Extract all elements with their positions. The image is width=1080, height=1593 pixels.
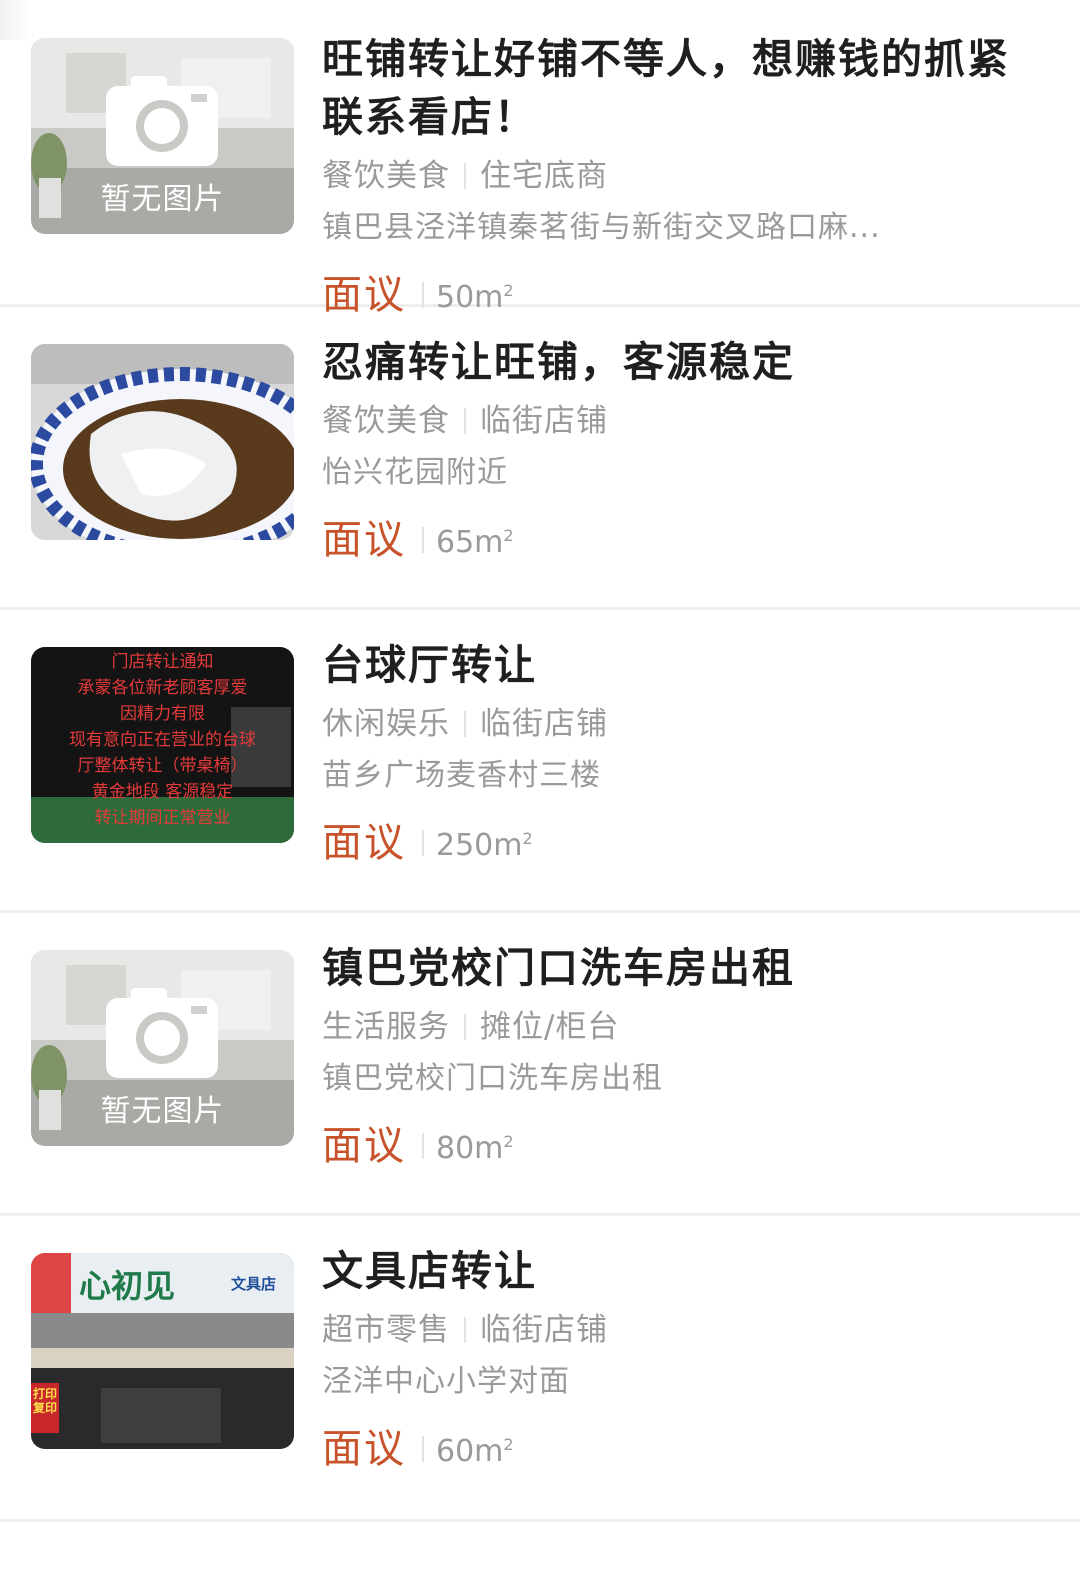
price-row: 面议 250m2	[322, 814, 1030, 871]
listing-price: 面议	[322, 1425, 406, 1472]
listing-thumbnail[interactable]: 暂无图片	[31, 38, 294, 234]
listing-area: 250m2	[436, 814, 533, 871]
property-type-tag: 摊位/柜台	[480, 1009, 620, 1045]
no-image-caption: 暂无图片	[100, 182, 225, 217]
listing-area: 80m2	[436, 1117, 514, 1174]
category-tag: 餐饮美食	[322, 158, 450, 194]
category-tag: 生活服务	[322, 1009, 450, 1045]
camera-icon	[106, 988, 218, 1078]
listing-item[interactable]: 门店转让通知 承蒙各位新老顾客厚爱 因精力有限 现有意向正在营业的台球 厅整体转…	[0, 610, 1080, 913]
price-divider	[422, 281, 424, 308]
area-value: 80m	[436, 1131, 504, 1166]
listing-title[interactable]: 忍痛转让旺铺，客源稳定	[322, 333, 1030, 391]
listing-tags: 休闲娱乐 临街店铺	[322, 704, 1030, 744]
no-image-caption: 暂无图片	[100, 1094, 225, 1129]
listing-address: 泾洋中心小学对面	[322, 1364, 570, 1399]
listing-title[interactable]: 文具店转让	[322, 1242, 1030, 1300]
tag-divider	[464, 1014, 466, 1040]
listing-item[interactable]: 暂无图片 镇巴党校门口洗车房出租 生活服务 摊位/柜台 镇巴党校门口洗车房出租 …	[0, 913, 1080, 1216]
listing-address: 镇巴党校门口洗车房出租	[322, 1061, 663, 1096]
listing-price: 面议	[322, 1122, 406, 1169]
listing-area: 60m2	[436, 1420, 514, 1477]
shop-sign-subtext: 文具店	[231, 1275, 277, 1293]
price-divider	[422, 526, 424, 553]
listing-address: 苗乡广场麦香村三楼	[322, 758, 601, 793]
price-divider	[422, 1435, 424, 1462]
shop-sign-text: 心初见	[79, 1267, 176, 1305]
property-type-tag: 临街店铺	[480, 706, 608, 742]
listing-area: 65m2	[436, 511, 514, 568]
category-tag: 超市零售	[322, 1312, 450, 1348]
listing-item[interactable]: 暂无图片 旺铺转让好铺不等人，想赚钱的抓紧联系看店！ 餐饮美食 住宅底商 镇巴县…	[0, 0, 1080, 318]
listing-title[interactable]: 镇巴党校门口洗车房出租	[322, 939, 1030, 997]
area-unit-superscript: 2	[522, 829, 533, 848]
area-unit-superscript: 2	[503, 281, 514, 300]
listing-title[interactable]: 台球厅转让	[322, 636, 1030, 694]
notice-line: 承蒙各位新老顾客厚爱	[77, 678, 248, 698]
tag-divider	[464, 163, 466, 189]
area-unit-superscript: 2	[503, 1435, 514, 1454]
camera-icon	[106, 76, 218, 166]
listing-address: 怡兴花园附近	[322, 455, 508, 490]
listing-tags: 生活服务 摊位/柜台	[322, 1007, 1030, 1047]
area-unit-superscript: 2	[503, 1132, 514, 1151]
notice-line: 门店转让通知	[111, 652, 214, 672]
listing-price: 面议	[322, 819, 406, 866]
listing-tags: 餐饮美食 临街店铺	[322, 401, 1030, 441]
listing-thumbnail[interactable]: 心初见 文具店 打印 复印	[31, 1253, 294, 1449]
price-row: 面议 65m2	[322, 511, 1030, 568]
price-divider	[422, 829, 424, 856]
listing-info: 忍痛转让旺铺，客源稳定 餐饮美食 临街店铺 怡兴花园附近 面议 65m2	[322, 333, 1030, 568]
food-photo-image	[31, 344, 294, 540]
listing-item[interactable]: 忍痛转让旺铺，客源稳定 餐饮美食 临街店铺 怡兴花园附近 面议 65m2	[0, 307, 1080, 610]
property-type-tag: 临街店铺	[480, 1312, 608, 1348]
notice-line: 现有意向正在营业的台球	[69, 730, 256, 750]
listing-thumbnail[interactable]	[31, 344, 294, 540]
listing-info: 文具店转让 超市零售 临街店铺 泾洋中心小学对面 面议 60m2	[322, 1242, 1030, 1477]
shop-side-sign-line: 打印	[33, 1387, 58, 1401]
listing-tags: 餐饮美食 住宅底商	[322, 156, 1030, 196]
listing-tags: 超市零售 临街店铺	[322, 1310, 1030, 1350]
area-value: 65m	[436, 525, 504, 560]
listing-title[interactable]: 旺铺转让好铺不等人，想赚钱的抓紧联系看店！	[322, 30, 1030, 146]
listing-item[interactable]: 心初见 文具店 打印 复印 文具店转让 超市零售 临街店铺 泾洋中心小学对面 面…	[0, 1216, 1080, 1522]
property-type-tag: 临街店铺	[480, 403, 608, 439]
notice-line: 转让期间正常营业	[94, 808, 231, 828]
listing-thumbnail[interactable]: 暂无图片	[31, 950, 294, 1146]
tag-divider	[464, 1317, 466, 1343]
notice-line: 因精力有限	[120, 704, 205, 724]
listing-info: 旺铺转让好铺不等人，想赚钱的抓紧联系看店！ 餐饮美食 住宅底商 镇巴县泾洋镇秦茗…	[322, 30, 1030, 323]
listing-price: 面议	[322, 516, 406, 563]
listing-info: 镇巴党校门口洗车房出租 生活服务 摊位/柜台 镇巴党校门口洗车房出租 面议 80…	[322, 939, 1030, 1174]
tag-divider	[464, 408, 466, 434]
property-type-tag: 住宅底商	[480, 158, 608, 194]
price-divider	[422, 1132, 424, 1159]
area-value: 60m	[436, 1434, 504, 1469]
tag-divider	[464, 711, 466, 737]
listing-address: 镇巴县泾洋镇秦茗街与新街交叉路口麻...	[322, 210, 881, 245]
category-tag: 餐饮美食	[322, 403, 450, 439]
price-row: 面议 80m2	[322, 1117, 1030, 1174]
shop-side-sign: 打印 复印	[33, 1387, 57, 1415]
shop-side-sign-line: 复印	[33, 1401, 58, 1415]
notice-text-overlay: 门店转让通知 承蒙各位新老顾客厚爱 因精力有限 现有意向正在营业的台球 厅整体转…	[31, 647, 294, 843]
area-value: 250m	[436, 828, 523, 863]
area-unit-superscript: 2	[503, 526, 514, 545]
notice-line: 厅整体转让（带桌椅）	[77, 756, 248, 776]
listing-info: 台球厅转让 休闲娱乐 临街店铺 苗乡广场麦香村三楼 面议 250m2	[322, 636, 1030, 871]
listing-thumbnail[interactable]: 门店转让通知 承蒙各位新老顾客厚爱 因精力有限 现有意向正在营业的台球 厅整体转…	[31, 647, 294, 843]
notice-line: 黄金地段 客源稳定	[91, 782, 234, 802]
category-tag: 休闲娱乐	[322, 706, 450, 742]
price-row: 面议 60m2	[322, 1420, 1030, 1477]
